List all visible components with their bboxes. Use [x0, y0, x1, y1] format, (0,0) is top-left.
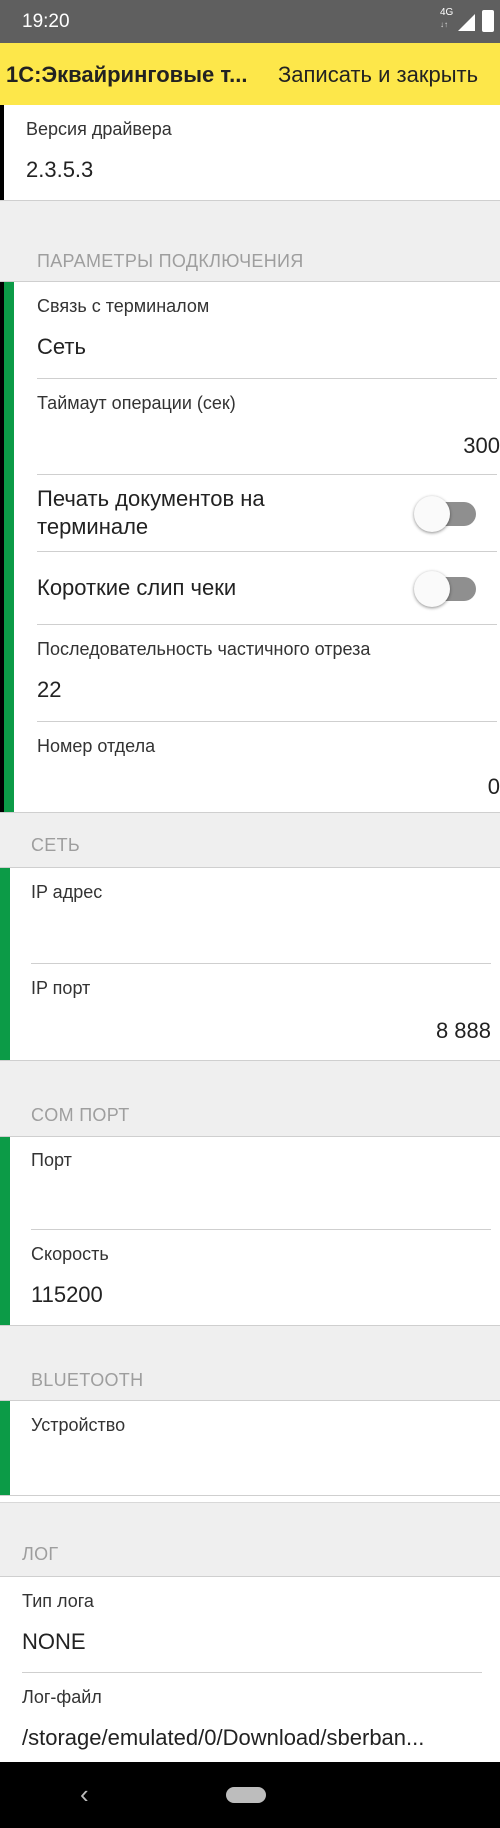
terminal-link-label: Связь с терминалом: [37, 296, 210, 316]
log-type-value[interactable]: NONE: [22, 1629, 86, 1655]
print-docs-toggle[interactable]: [414, 496, 478, 532]
network-activity-label: ↓↑: [440, 20, 448, 29]
timeout-value[interactable]: 300: [463, 433, 500, 459]
form-content: Версия драйвера 2.3.5.3 ПАРАМЕТРЫ ПОДКЛЮ…: [0, 105, 500, 1762]
print-docs-row: Печать документов на терминале: [14, 475, 500, 551]
driver-version-field: Версия драйвера 2.3.5.3: [4, 105, 500, 200]
baud-rate-field[interactable]: Скорость 115200: [10, 1230, 500, 1325]
status-bar: 19:20 4G ↓↑: [0, 0, 500, 43]
network-type-label: 4G: [440, 7, 454, 18]
toggle-thumb: [414, 496, 450, 532]
terminal-link-field[interactable]: Связь с терминалом Сеть: [14, 282, 500, 378]
com-port-label: Порт: [31, 1150, 72, 1170]
log-file-value[interactable]: /storage/emulated/0/Download/sberban...: [22, 1725, 424, 1751]
bluetooth-section-title: BLUETOOTH: [31, 1370, 144, 1390]
department-field[interactable]: Номер отдела 0: [14, 722, 500, 812]
section-accent-bar: [0, 1137, 10, 1325]
department-label: Номер отдела: [37, 736, 156, 756]
section-separator-line: [0, 1502, 500, 1503]
home-icon[interactable]: [226, 1787, 266, 1803]
status-icons: 4G ↓↑: [440, 8, 500, 34]
timeout-label: Таймаут операции (сек): [37, 393, 236, 413]
section-accent-bar: [4, 282, 14, 812]
ip-address-field[interactable]: IP адрес: [10, 868, 500, 963]
bluetooth-device-field[interactable]: Устройство: [10, 1401, 500, 1495]
short-slip-label: Короткие слип чеки: [37, 575, 237, 600]
ip-port-field[interactable]: IP порт 8 888: [10, 964, 500, 1060]
network-section-title: СЕТЬ: [31, 835, 81, 855]
cut-sequence-label: Последовательность частичного отреза: [37, 639, 371, 659]
back-icon[interactable]: ‹: [80, 1781, 106, 1807]
navigation-bar: ‹: [0, 1762, 500, 1828]
log-file-label: Лог-файл: [22, 1687, 102, 1707]
short-slip-toggle[interactable]: [414, 571, 478, 607]
cut-sequence-value[interactable]: 22: [37, 677, 61, 703]
department-value[interactable]: 0: [488, 774, 500, 800]
com-port-section-header: COM ПОРТ: [0, 1061, 500, 1136]
baud-rate-value[interactable]: 115200: [31, 1282, 103, 1308]
bluetooth-device-label: Устройство: [31, 1415, 126, 1435]
baud-rate-label: Скорость: [31, 1244, 109, 1264]
toggle-thumb: [414, 571, 450, 607]
status-time: 19:20: [22, 11, 70, 32]
connection-section-header: ПАРАМЕТРЫ ПОДКЛЮЧЕНИЯ: [0, 201, 500, 281]
print-docs-label-line1: Печать документов на: [37, 486, 265, 511]
driver-version-value: 2.3.5.3: [26, 157, 94, 182]
signal-icon: [458, 14, 475, 31]
log-section-header: ЛОГ: [0, 1496, 500, 1576]
log-type-label: Тип лога: [22, 1591, 94, 1611]
section-accent-bar: [0, 1401, 10, 1495]
log-type-field[interactable]: Тип лога NONE: [0, 1577, 500, 1672]
ip-address-label: IP адрес: [31, 882, 103, 902]
com-port-field[interactable]: Порт: [10, 1137, 500, 1229]
ip-port-label: IP порт: [31, 978, 91, 998]
terminal-link-value[interactable]: Сеть: [37, 334, 86, 360]
driver-version-label: Версия драйвера: [26, 119, 172, 139]
log-section-title: ЛОГ: [22, 1544, 59, 1564]
bluetooth-section-header: BLUETOOTH: [0, 1326, 500, 1400]
print-docs-label-line2: терминале: [37, 514, 149, 539]
network-section-header: СЕТЬ: [0, 813, 500, 867]
timeout-field[interactable]: Таймаут операции (сек) 300: [14, 379, 500, 474]
com-port-section-title: COM ПОРТ: [31, 1105, 130, 1125]
cut-sequence-field[interactable]: Последовательность частичного отреза 22: [14, 625, 500, 721]
ip-port-value[interactable]: 8 888: [436, 1018, 491, 1044]
app-header: 1С:Эквайринговые т... Записать и закрыть: [0, 43, 500, 105]
connection-section-title: ПАРАМЕТРЫ ПОДКЛЮЧЕНИЯ: [37, 251, 304, 271]
log-file-field[interactable]: Лог-файл /storage/emulated/0/Download/sb…: [0, 1673, 500, 1762]
battery-icon: [482, 10, 494, 32]
short-slip-row: Короткие слип чеки: [14, 552, 500, 624]
section-accent-bar: [0, 868, 10, 1060]
save-and-close-button[interactable]: Записать и закрыть: [278, 62, 478, 88]
page-title: 1С:Эквайринговые т...: [6, 62, 248, 87]
